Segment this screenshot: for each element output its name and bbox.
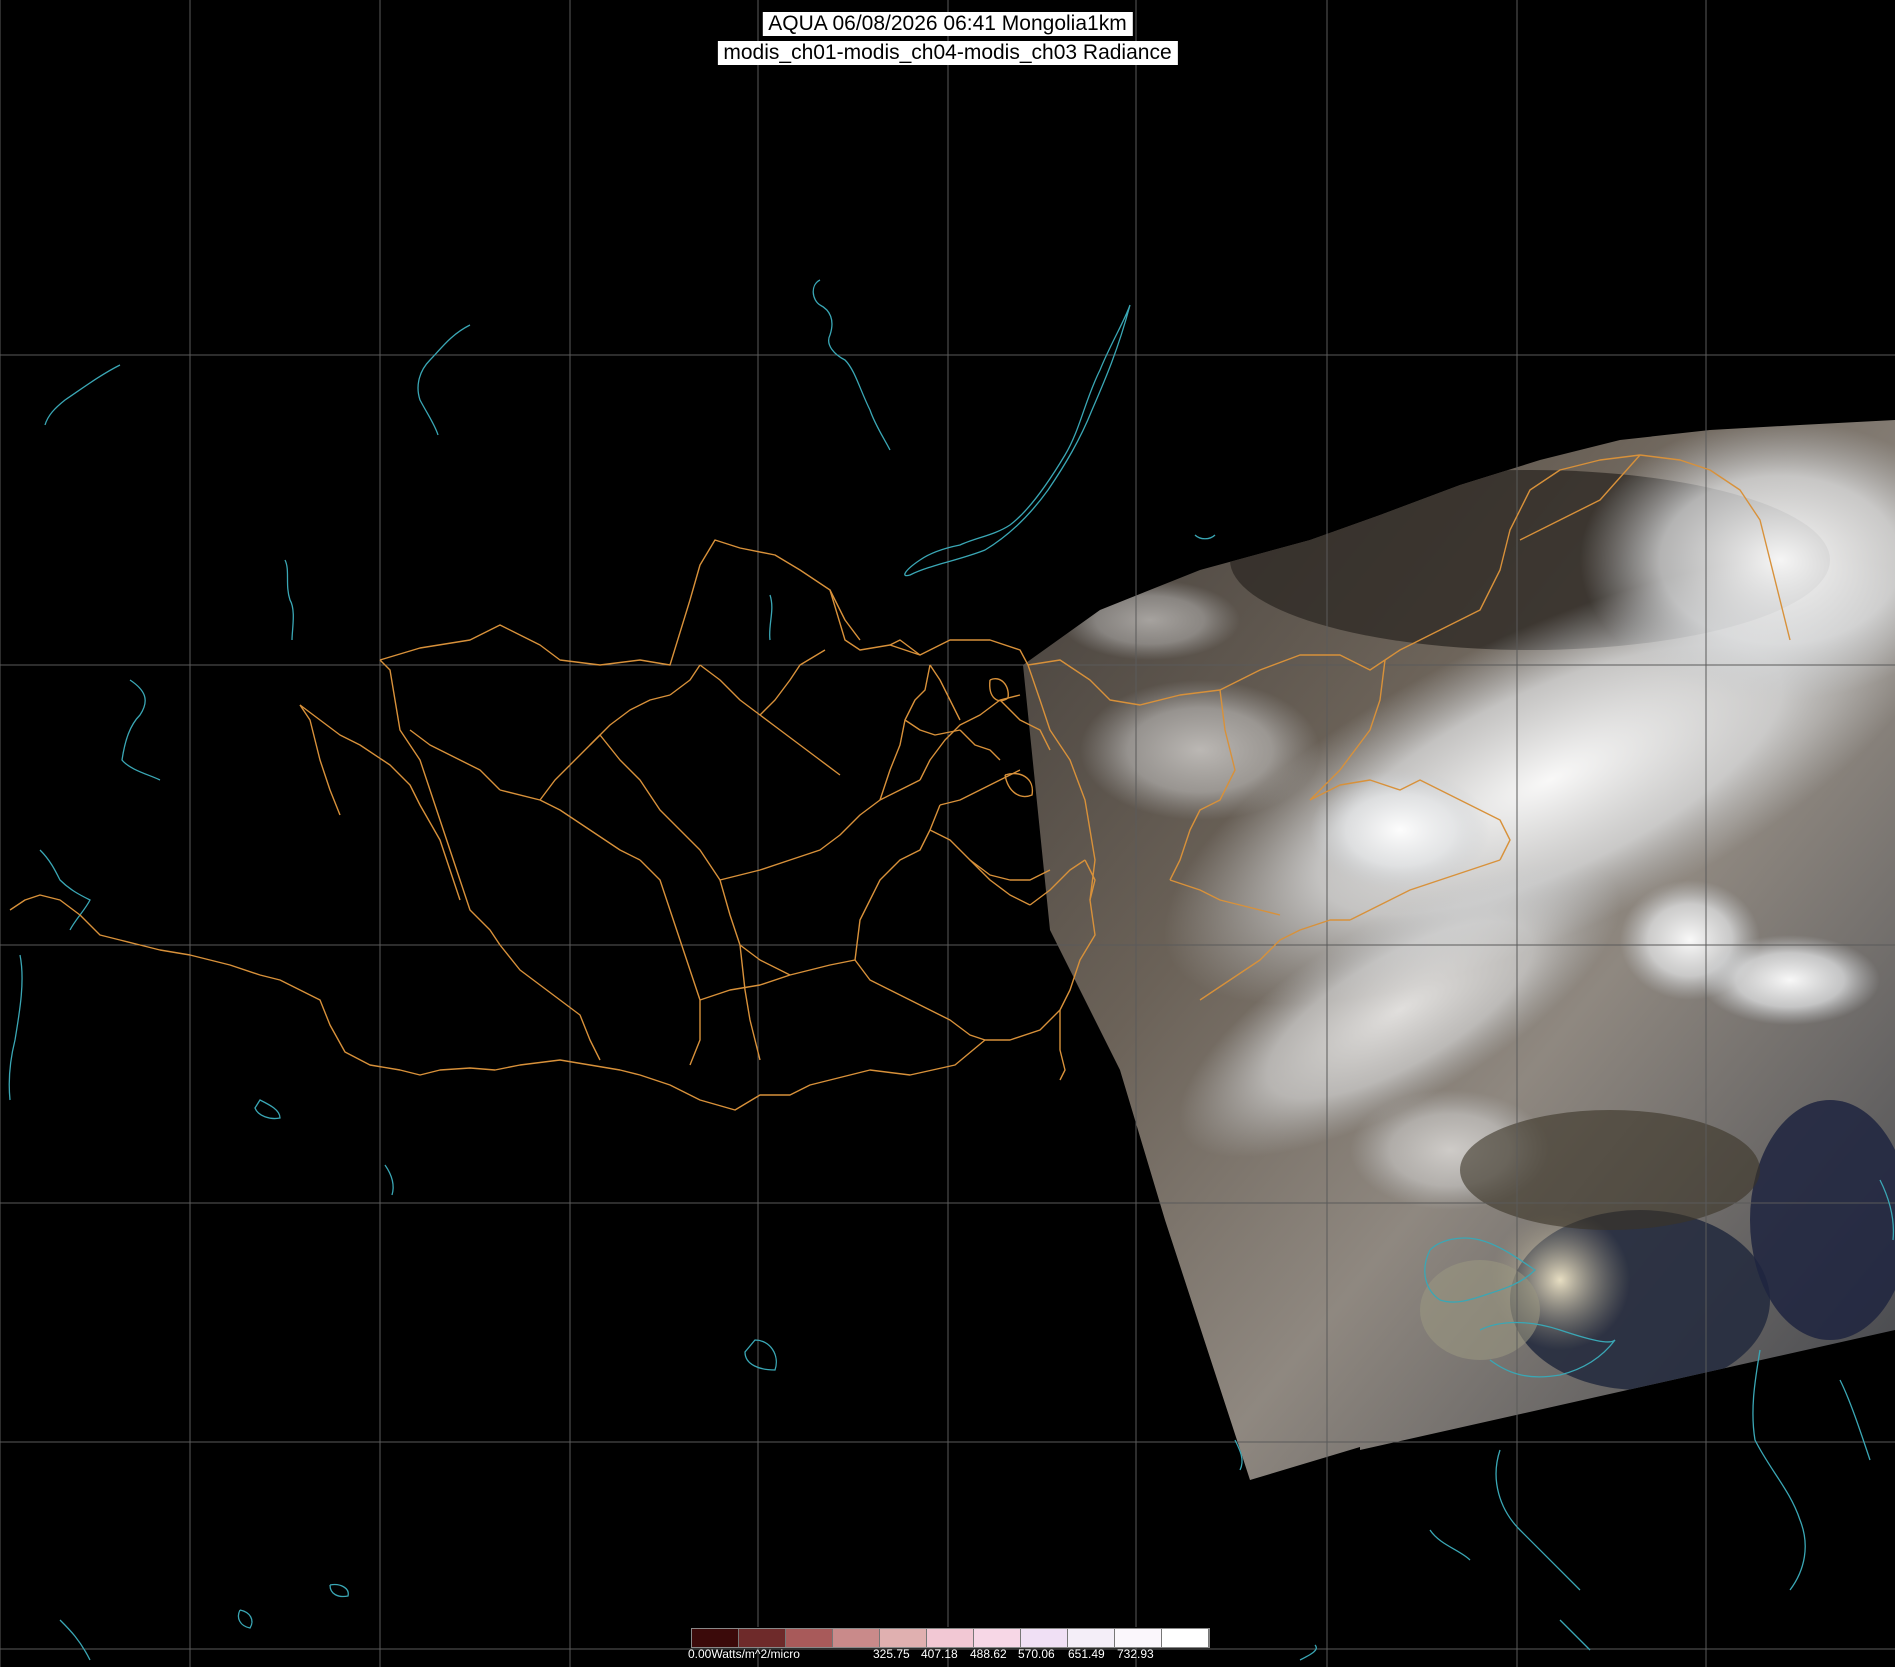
legend-tick-label: 570.06 — [1018, 1647, 1055, 1661]
colorbar-swatch — [786, 1629, 833, 1647]
image-title-line2: modis_ch01-modis_ch04-modis_ch03 Radianc… — [717, 41, 1178, 65]
colorbar-swatch — [739, 1629, 786, 1647]
legend-tick-label: 407.18 — [921, 1647, 958, 1661]
colorbar-swatch — [833, 1629, 880, 1647]
colorbar-swatch — [880, 1629, 927, 1647]
legend-tick-label: 0.00Watts/m^2/micro — [688, 1647, 800, 1661]
legend-tick-label: 732.93 — [1117, 1647, 1154, 1661]
satellite-map — [0, 0, 1895, 1667]
image-title-line1: AQUA 06/08/2026 06:41 Mongolia1km — [762, 12, 1133, 36]
colorbar-swatch — [1068, 1629, 1115, 1647]
radiance-legend: 0.00Watts/m^2/micro 325.75 407.18 488.62… — [688, 1626, 1210, 1666]
colorbar — [691, 1628, 1210, 1648]
legend-tick-label: 651.49 — [1068, 1647, 1105, 1661]
colorbar-swatch — [1021, 1629, 1068, 1647]
colorbar-swatch — [974, 1629, 1021, 1647]
colorbar-swatch — [1162, 1629, 1209, 1647]
colorbar-swatch — [927, 1629, 974, 1647]
colorbar-swatch — [1115, 1629, 1162, 1647]
colorbar-swatch — [692, 1629, 739, 1647]
legend-tick-label: 488.62 — [970, 1647, 1007, 1661]
legend-tick-label: 325.75 — [873, 1647, 910, 1661]
